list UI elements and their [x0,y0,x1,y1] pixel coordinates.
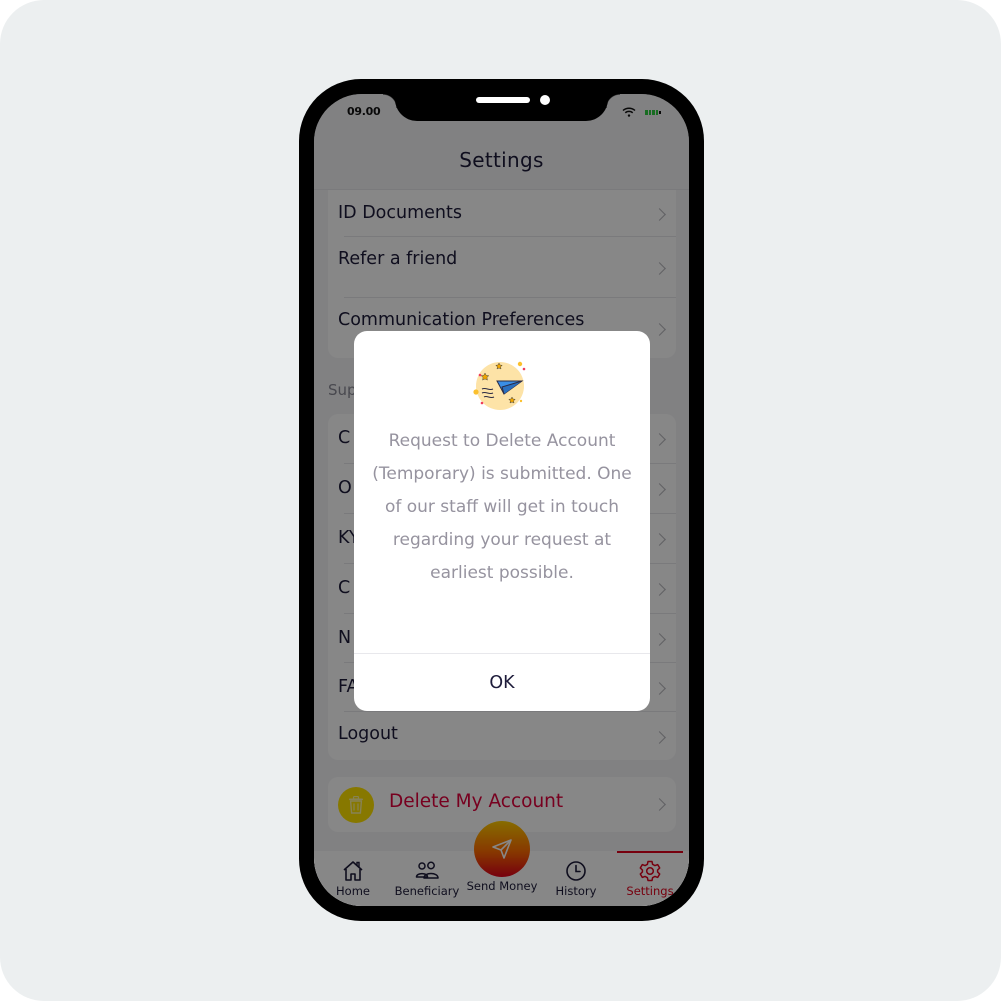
phone-frame: 09.00 Settings ID Documents Refer a frie… [299,79,704,921]
notch-corner-left [383,94,397,108]
notch-corner-right [606,94,620,108]
dialog-message: Request to Delete Account (Temporary) is… [372,431,632,583]
paper-plane-icon [473,361,526,410]
ok-button[interactable]: OK [354,654,650,711]
confirmation-dialog: Request to Delete Account (Temporary) is… [354,331,650,711]
front-camera [540,95,550,105]
phone-screen: 09.00 Settings ID Documents Refer a frie… [314,94,689,906]
speaker [476,97,530,103]
